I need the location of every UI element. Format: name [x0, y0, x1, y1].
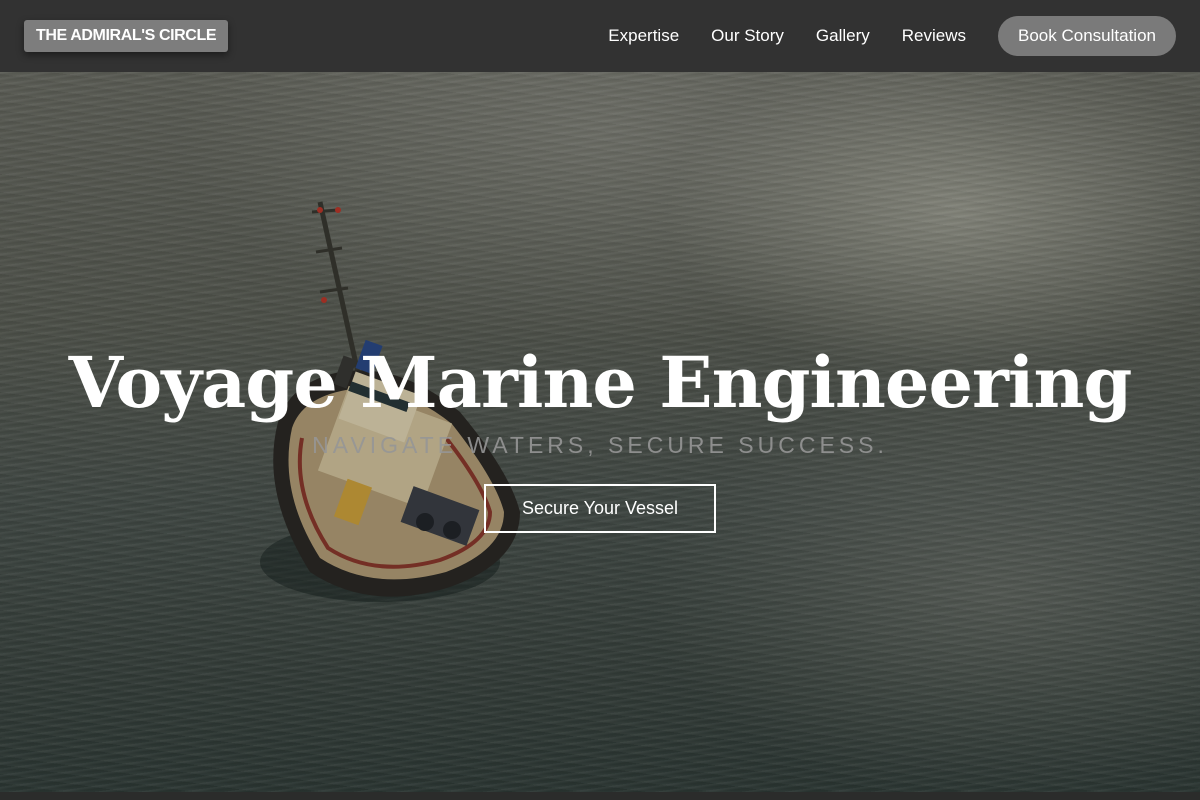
hero-title: Voyage Marine Engineering: [68, 341, 1133, 424]
nav-link-our-story[interactable]: Our Story: [711, 26, 784, 46]
nav-link-gallery[interactable]: Gallery: [816, 26, 870, 46]
brand-logo[interactable]: THE ADMIRAL'S CIRCLE: [24, 20, 229, 52]
hero-section: Voyage Marine Engineering NAVIGATE WATER…: [0, 72, 1200, 792]
hero-subtitle: NAVIGATE WATERS, SECURE SUCCESS.: [312, 432, 888, 458]
page-bottom-strip: [0, 792, 1200, 800]
nav-link-expertise[interactable]: Expertise: [608, 26, 679, 46]
secure-your-vessel-button[interactable]: Secure Your Vessel: [484, 484, 716, 533]
main-nav: Expertise Our Story Gallery Reviews Book…: [608, 16, 1176, 56]
site-header: THE ADMIRAL'S CIRCLE Expertise Our Story…: [0, 0, 1200, 72]
hero-content: Voyage Marine Engineering NAVIGATE WATER…: [0, 72, 1200, 792]
book-consultation-button[interactable]: Book Consultation: [998, 16, 1176, 56]
nav-link-reviews[interactable]: Reviews: [902, 26, 966, 46]
